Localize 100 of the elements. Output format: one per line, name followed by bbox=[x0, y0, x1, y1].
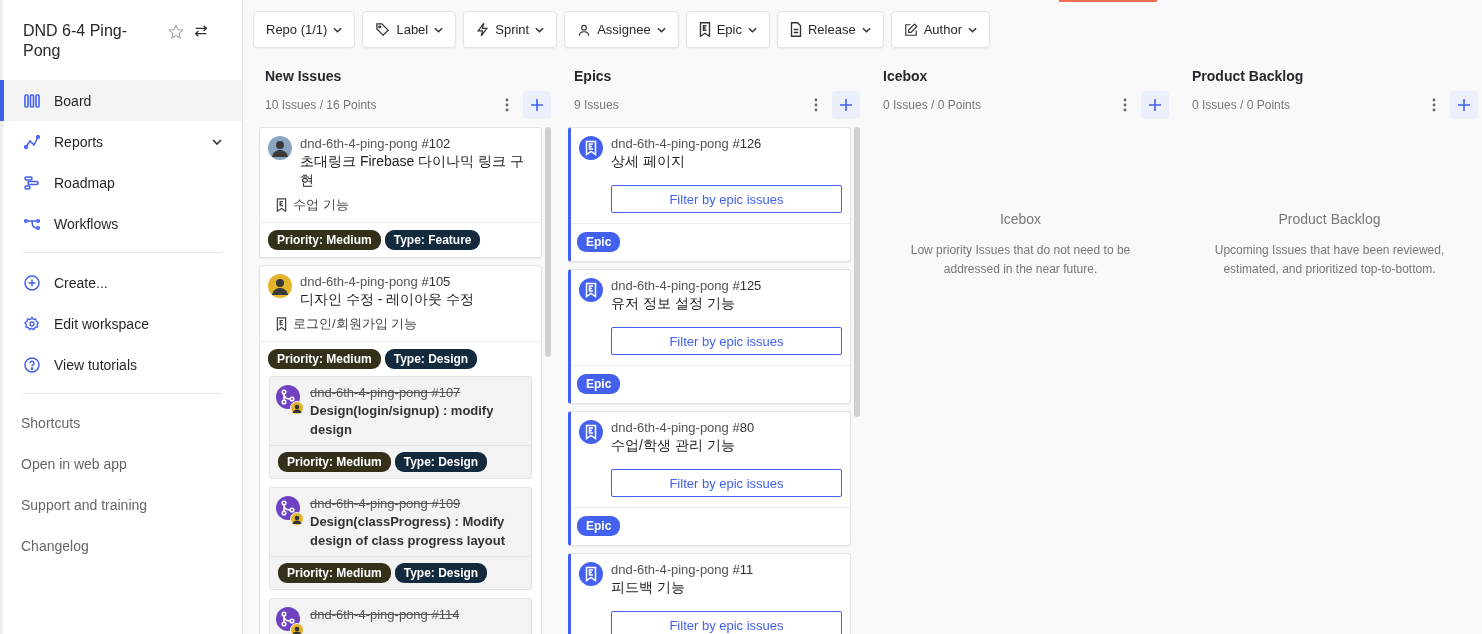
linked-pr-card[interactable]: dnd-6th-4-ping-pong #107 Design(login/signup) : modify design Priority: Medium Type: Design bbox=[269, 376, 532, 479]
epic-icon bbox=[579, 278, 603, 302]
avatar bbox=[268, 136, 292, 160]
issue-reference: dnd-6th-4-ping-pong #105 bbox=[300, 274, 452, 290]
column-title: New Issues bbox=[264, 68, 343, 86]
more-icon[interactable] bbox=[505, 98, 509, 112]
scrollbar[interactable] bbox=[854, 127, 860, 417]
workspace-title: DND 6-4 Ping-Pong bbox=[23, 21, 129, 61]
filter-epic-button[interactable]: Filter by epic issues bbox=[611, 469, 842, 497]
avatar bbox=[268, 274, 292, 298]
edit-icon bbox=[903, 22, 918, 37]
label-tag: Priority: Medium bbox=[268, 230, 381, 250]
scrollbar[interactable] bbox=[545, 127, 551, 357]
pr-reference: dnd-6th-4-ping-pong #109 bbox=[310, 496, 462, 512]
sidebar-link[interactable]: Support and training bbox=[3, 485, 242, 526]
epic-title: 피드백 기능 bbox=[611, 578, 686, 597]
add-button[interactable] bbox=[1141, 91, 1169, 119]
filter-button[interactable]: Author bbox=[890, 11, 990, 48]
star-icon[interactable] bbox=[167, 23, 185, 41]
epic-card[interactable]: dnd-6th-4-ping-pong #80 수업/학생 관리 기능 Filter by epic issues Epic bbox=[568, 411, 851, 546]
filter-button[interactable]: Label bbox=[362, 11, 457, 48]
filter-button[interactable]: Assignee bbox=[564, 11, 679, 48]
label-tag: Priority: Medium bbox=[278, 452, 391, 472]
action-item[interactable]: Edit workspace bbox=[0, 303, 242, 344]
label-tag: Priority: Medium bbox=[278, 563, 391, 583]
column-count: 0 Issues / 0 Points bbox=[883, 98, 983, 112]
epic-icon bbox=[276, 317, 287, 331]
empty-state-title: Product Backlog bbox=[1277, 211, 1382, 227]
nav-item[interactable]: Workflows bbox=[0, 203, 242, 244]
column-title: Product Backlog bbox=[1191, 68, 1305, 86]
plus-icon bbox=[1148, 98, 1162, 112]
epic-name: 수업 기능 bbox=[293, 196, 349, 214]
filter-button[interactable]: Epic bbox=[685, 11, 770, 48]
more-icon[interactable] bbox=[1123, 98, 1127, 112]
chevron-down-icon bbox=[656, 26, 666, 33]
epic-reference: dnd-6th-4-ping-pong #125 bbox=[611, 278, 763, 294]
label-tag: Priority: Medium bbox=[268, 349, 381, 369]
workflow-icon bbox=[24, 216, 40, 231]
linked-pr-card[interactable]: dnd-6th-4-ping-pong #109 Design(classProgress) : Modify design of class progress layout Priority: Medium Type: Design bbox=[269, 487, 532, 590]
sidebar-link[interactable]: Changelog bbox=[3, 526, 242, 567]
epic-tag: Epic bbox=[577, 232, 621, 252]
issue-title: 초대링크 Firebase 다이나믹 링크 구현 bbox=[300, 152, 526, 190]
issue-card[interactable] bbox=[259, 265, 542, 634]
plus-icon bbox=[1457, 98, 1471, 112]
branch-icon bbox=[276, 496, 304, 526]
switch-icon[interactable] bbox=[193, 23, 209, 39]
chevron-down-icon bbox=[748, 26, 757, 33]
linked-pr-card[interactable]: dnd-6th-4-ping-pong #114 bbox=[269, 598, 532, 634]
label-tag: Type: Feature bbox=[384, 230, 481, 250]
empty-state-text: Upcoming Issues that have been reviewed, estimated, and prioritized top-to-bottom. bbox=[1213, 242, 1446, 278]
tag-icon bbox=[375, 22, 391, 37]
epic-title: 수업/학생 관리 기능 bbox=[611, 436, 736, 455]
more-icon[interactable] bbox=[814, 98, 818, 112]
filter-button[interactable]: Release bbox=[777, 11, 884, 48]
epic-title: 유저 정보 설정 기능 bbox=[611, 294, 736, 313]
issue-reference: dnd-6th-4-ping-pong #102 bbox=[300, 136, 452, 152]
epic-reference: dnd-6th-4-ping-pong #126 bbox=[611, 136, 763, 152]
chevron-down-icon bbox=[333, 26, 343, 33]
column-count: 9 Issues bbox=[574, 98, 620, 112]
column-title: Icebox bbox=[882, 68, 929, 86]
epic-reference: dnd-6th-4-ping-pong #80 bbox=[611, 420, 756, 436]
plus-circle-icon bbox=[24, 274, 40, 291]
filter-button[interactable]: Sprint bbox=[463, 11, 558, 48]
action-item[interactable]: View tutorials bbox=[0, 344, 242, 385]
epic-card[interactable]: dnd-6th-4-ping-pong #125 유저 정보 설정 기능 Filter by epic issues Epic bbox=[568, 269, 851, 404]
label-tag: Type: Design bbox=[384, 349, 478, 369]
chevron-down-icon bbox=[861, 26, 871, 33]
epic-icon bbox=[579, 136, 603, 160]
epic-icon bbox=[579, 420, 603, 444]
epic-reference: dnd-6th-4-ping-pong #11 bbox=[611, 562, 755, 578]
nav-item[interactable]: Reports bbox=[0, 121, 242, 162]
chevron-down-icon bbox=[535, 26, 545, 33]
plus-icon bbox=[530, 98, 544, 112]
filter-button[interactable]: Repo (1/1) bbox=[253, 11, 356, 48]
column-title: Epics bbox=[573, 68, 613, 86]
epic-tag: Epic bbox=[577, 516, 621, 536]
empty-state-title: Icebox bbox=[998, 211, 1043, 227]
nav-item[interactable]: Board bbox=[0, 80, 242, 121]
branch-icon bbox=[276, 607, 304, 634]
filter-epic-button[interactable]: Filter by epic issues bbox=[611, 327, 842, 355]
epic-card[interactable]: dnd-6th-4-ping-pong #126 상세 페이지 Filter by epic issues Epic bbox=[568, 127, 851, 262]
action-item[interactable]: Create... bbox=[0, 262, 242, 303]
sidebar-link[interactable]: Open in web app bbox=[3, 444, 242, 485]
issue-card[interactable]: dnd-6th-4-ping-pong #102 초대링크 Firebase 다이나믹 링크 구현 수업 기능 Priority: Medium Type: Feature bbox=[259, 127, 542, 258]
filter-epic-button[interactable]: Filter by epic issues bbox=[611, 185, 842, 213]
epic-card[interactable]: dnd-6th-4-ping-pong #11 피드백 기능 Filter by epic issues bbox=[568, 553, 851, 634]
filter-epic-button[interactable]: Filter by epic issues bbox=[611, 611, 842, 634]
roadmap-icon bbox=[24, 175, 40, 190]
label-tag: Type: Design bbox=[394, 452, 488, 472]
chevron-down-icon bbox=[434, 26, 444, 33]
epic-title: 상세 페이지 bbox=[611, 152, 686, 171]
more-icon[interactable] bbox=[1432, 98, 1436, 112]
add-button[interactable] bbox=[523, 91, 551, 119]
pr-reference: dnd-6th-4-ping-pong #114 bbox=[310, 607, 461, 623]
sidebar-link[interactable]: Shortcuts bbox=[3, 403, 242, 444]
lightning-icon bbox=[476, 22, 490, 37]
add-button[interactable] bbox=[832, 91, 860, 119]
label-tag: Type: Design bbox=[394, 563, 488, 583]
add-button[interactable] bbox=[1450, 91, 1478, 119]
nav-item[interactable]: Roadmap bbox=[0, 162, 242, 203]
